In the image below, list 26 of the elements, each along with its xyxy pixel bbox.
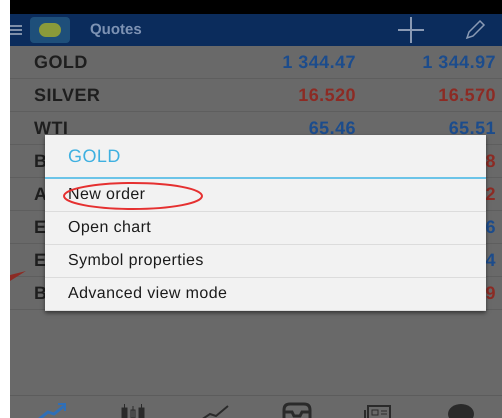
menu-item[interactable]: Symbol properties xyxy=(68,249,204,273)
dialog-title: GOLD xyxy=(45,135,486,179)
bid-price: 16.520 xyxy=(297,84,356,106)
screen-title: Quotes xyxy=(90,20,142,40)
ask-price: 6 xyxy=(484,216,496,238)
add-icon[interactable] xyxy=(398,17,424,43)
menu-item[interactable]: Advanced view mode xyxy=(68,282,228,306)
bid-price: 1 344.47 xyxy=(281,50,356,74)
ask-price: 1 344.97 xyxy=(421,50,496,74)
inbox-icon[interactable] xyxy=(280,400,314,418)
ask-price: 4 xyxy=(484,248,496,272)
ask-price: 9 xyxy=(484,282,496,304)
menu-item[interactable]: Open chart xyxy=(68,216,152,240)
ask-price: 16.570 xyxy=(437,84,496,106)
symbol-name: B xyxy=(34,282,48,304)
symbol-name: E xyxy=(34,216,46,238)
symbol-name: E xyxy=(34,248,46,272)
symbol-name: A xyxy=(34,182,48,206)
ask-price: 2 xyxy=(484,182,496,206)
symbol-name: GOLD xyxy=(34,50,88,74)
pencil-icon[interactable] xyxy=(464,19,486,41)
app-logo-icon xyxy=(30,17,70,43)
ask-price: 8 xyxy=(484,150,496,172)
symbol-name: SILVER xyxy=(34,84,100,106)
symbol-name: B xyxy=(34,150,48,172)
menu-icon[interactable] xyxy=(10,24,22,36)
